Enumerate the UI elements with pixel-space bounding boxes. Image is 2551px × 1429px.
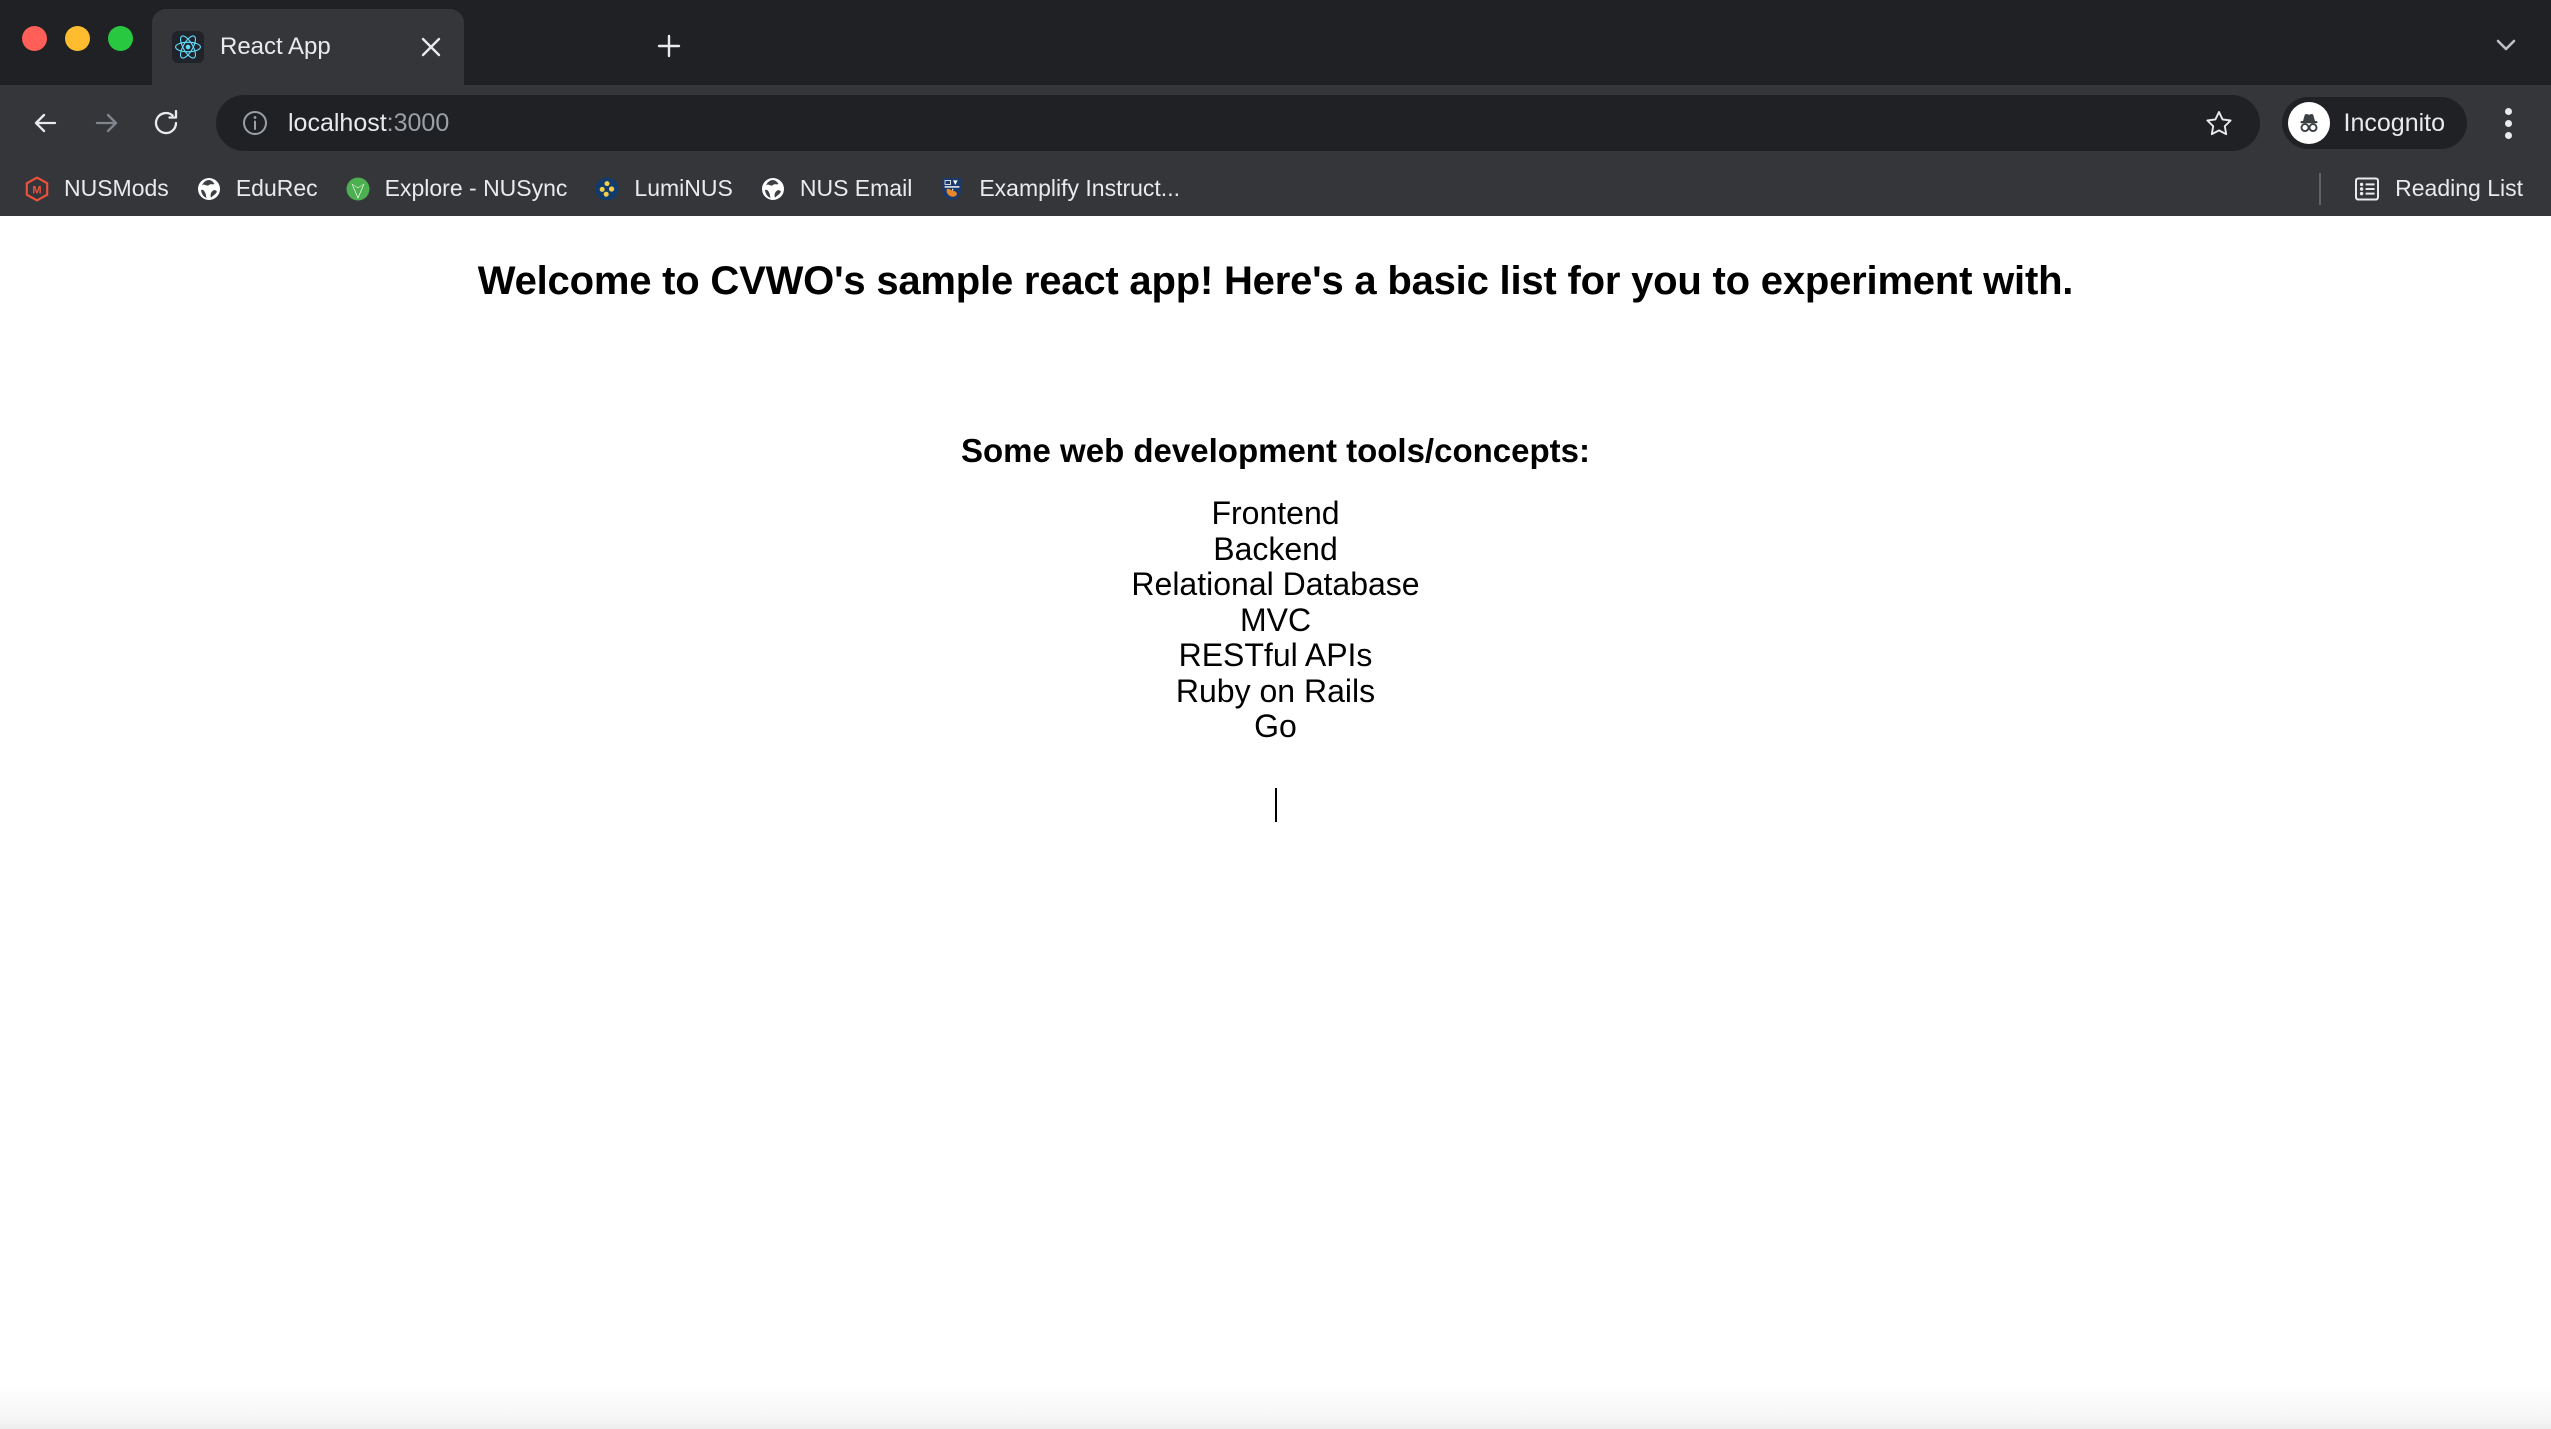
nus-shield-icon	[938, 175, 966, 203]
bookmark-nus-email[interactable]: NUS Email	[746, 169, 925, 209]
globe-icon	[759, 175, 787, 203]
menu-dot	[2505, 120, 2512, 127]
browser-window: React App	[0, 0, 2551, 1429]
address-bar[interactable]: localhost:3000	[216, 95, 2260, 151]
divider	[2319, 173, 2321, 205]
reading-list-button[interactable]: Reading List	[2341, 169, 2535, 209]
info-circle-icon[interactable]	[238, 106, 272, 140]
profile-label: Incognito	[2344, 109, 2445, 138]
bookmark-examplify[interactable]: Examplify Instruct...	[925, 169, 1193, 209]
section-title: Some web development tools/concepts:	[0, 432, 2551, 470]
bookmark-label: Examplify Instruct...	[979, 175, 1180, 202]
tab-strip: React App	[0, 0, 2551, 85]
url-host: localhost	[288, 109, 387, 137]
arrow-left-icon[interactable]	[18, 95, 74, 151]
new-tab-button[interactable]	[645, 22, 693, 70]
text-input-row[interactable]	[0, 788, 2551, 822]
close-window-button[interactable]	[22, 26, 47, 51]
maximize-window-button[interactable]	[108, 26, 133, 51]
list-item: MVC	[0, 603, 2551, 639]
nusync-icon	[344, 175, 372, 203]
list-item: Relational Database	[0, 567, 2551, 603]
window-bottom-shadow	[0, 1383, 2551, 1429]
text-cursor-caret	[1275, 788, 1277, 822]
incognito-hat-icon	[2288, 102, 2330, 144]
bookmark-label: NUSMods	[64, 175, 169, 202]
three-dots-menu-icon[interactable]	[2483, 95, 2533, 151]
menu-dot	[2505, 132, 2512, 139]
list-item: Backend	[0, 532, 2551, 568]
bookmark-star-icon[interactable]	[2196, 100, 2242, 146]
url-port: :3000	[387, 109, 450, 137]
bookmark-label: Explore - NUSync	[385, 175, 568, 202]
chevron-down-icon[interactable]	[2481, 20, 2531, 70]
luminus-icon	[593, 175, 621, 203]
bookmark-label: LumiNUS	[634, 175, 732, 202]
bookmark-nusmods[interactable]: M NUSMods	[10, 169, 182, 209]
bookmark-label: EduRec	[236, 175, 318, 202]
bookmark-edurec[interactable]: EduRec	[182, 169, 331, 209]
address-bar-text: localhost:3000	[288, 109, 2196, 138]
close-icon[interactable]	[414, 30, 448, 64]
tools-list: Frontend Backend Relational Database MVC…	[0, 496, 2551, 745]
react-logo-icon	[172, 31, 204, 63]
arrow-right-icon[interactable]	[78, 95, 134, 151]
reading-list-icon	[2353, 175, 2381, 203]
svg-text:M: M	[32, 184, 41, 196]
reading-list-label: Reading List	[2395, 175, 2523, 202]
globe-icon	[195, 175, 223, 203]
page-viewport: Welcome to CVWO's sample react app! Here…	[0, 216, 2551, 1429]
bookmark-label: NUS Email	[800, 175, 912, 202]
bookmark-explore-nusync[interactable]: Explore - NUSync	[331, 169, 581, 209]
minimize-window-button[interactable]	[65, 26, 90, 51]
tab-title: React App	[220, 33, 414, 61]
tab-react-app[interactable]: React App	[152, 9, 464, 85]
bookmark-luminus[interactable]: LumiNUS	[580, 169, 745, 209]
profile-incognito-button[interactable]: Incognito	[2282, 97, 2467, 149]
reload-icon[interactable]	[138, 95, 194, 151]
bookmarks-bar: M NUSMods EduRec	[0, 161, 2551, 216]
list-item: Go	[0, 709, 2551, 745]
bookmarks-bar-right: Reading List	[2319, 161, 2535, 216]
window-traffic-lights	[22, 26, 133, 51]
menu-dot	[2505, 108, 2512, 115]
browser-toolbar: localhost:3000 Incognito	[0, 85, 2551, 161]
list-item: Ruby on Rails	[0, 674, 2551, 710]
nusmods-icon: M	[23, 175, 51, 203]
page-title: Welcome to CVWO's sample react app! Here…	[0, 259, 2551, 304]
list-item: RESTful APIs	[0, 638, 2551, 674]
list-item: Frontend	[0, 496, 2551, 532]
